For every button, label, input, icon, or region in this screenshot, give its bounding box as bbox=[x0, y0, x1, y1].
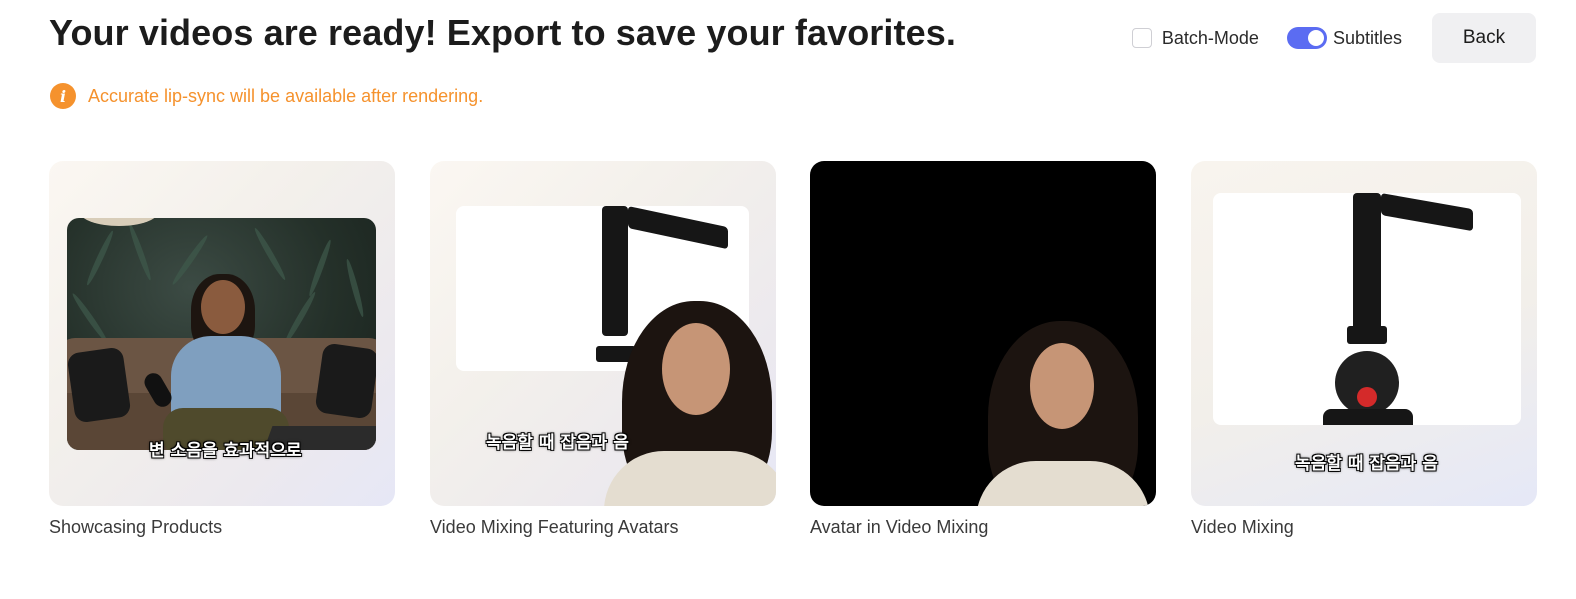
lip-sync-notice: i Accurate lip-sync will be available af… bbox=[50, 83, 483, 109]
video-title: Video Mixing bbox=[1191, 517, 1294, 537]
podcast-scene-image bbox=[67, 218, 376, 450]
switch-knob bbox=[1307, 30, 1324, 46]
video-grid: 변 소음을 효과적으로 Showcasing Products 녹음할 때 잡음… bbox=[49, 161, 1537, 551]
subtitles-label: Subtitles bbox=[1332, 27, 1402, 48]
video-thumbnail[interactable]: 변 소음을 효과적으로 bbox=[49, 161, 395, 506]
subtitle-caption: 녹음할 때 잡음과 음 bbox=[1295, 454, 1438, 474]
video-card[interactable]: Avatar in Video Mixing bbox=[810, 161, 1156, 538]
video-thumbnail[interactable]: 녹음할 때 잡음과 음 bbox=[1191, 161, 1537, 506]
video-thumbnail[interactable] bbox=[810, 161, 1156, 506]
video-title: Video Mixing Featuring Avatars bbox=[430, 517, 679, 537]
subtitles-switch[interactable] bbox=[1286, 27, 1327, 49]
subtitle-caption: 변 소음을 효과적으로 bbox=[149, 441, 302, 461]
header-controls: Batch-Mode Subtitles Back bbox=[1131, 13, 1536, 63]
video-card[interactable]: 녹음할 때 잡음과 음 Video Mixing bbox=[1191, 161, 1537, 538]
subtitles-toggle[interactable]: Subtitles bbox=[1286, 27, 1402, 49]
video-card[interactable]: 녹음할 때 잡음과 음 Video Mixing Featuring Avata… bbox=[430, 161, 776, 538]
batch-mode-label: Batch-Mode bbox=[1161, 27, 1259, 48]
notice-text: Accurate lip-sync will be available afte… bbox=[88, 85, 484, 106]
page-title: Your videos are ready! Export to save yo… bbox=[49, 12, 956, 53]
subtitle-caption: 녹음할 때 잡음과 음 bbox=[486, 433, 629, 453]
avatar-woman bbox=[604, 301, 776, 506]
video-card[interactable]: 변 소음을 효과적으로 Showcasing Products bbox=[49, 161, 395, 538]
batch-mode-checkbox[interactable] bbox=[1131, 28, 1152, 48]
video-title: Avatar in Video Mixing bbox=[810, 517, 989, 537]
info-icon: i bbox=[50, 83, 76, 109]
video-title: Showcasing Products bbox=[49, 517, 223, 537]
avatar-woman bbox=[976, 321, 1150, 506]
video-thumbnail[interactable]: 녹음할 때 잡음과 음 bbox=[430, 161, 776, 506]
batch-mode-toggle[interactable]: Batch-Mode bbox=[1131, 27, 1259, 49]
back-button[interactable]: Back bbox=[1432, 13, 1536, 63]
